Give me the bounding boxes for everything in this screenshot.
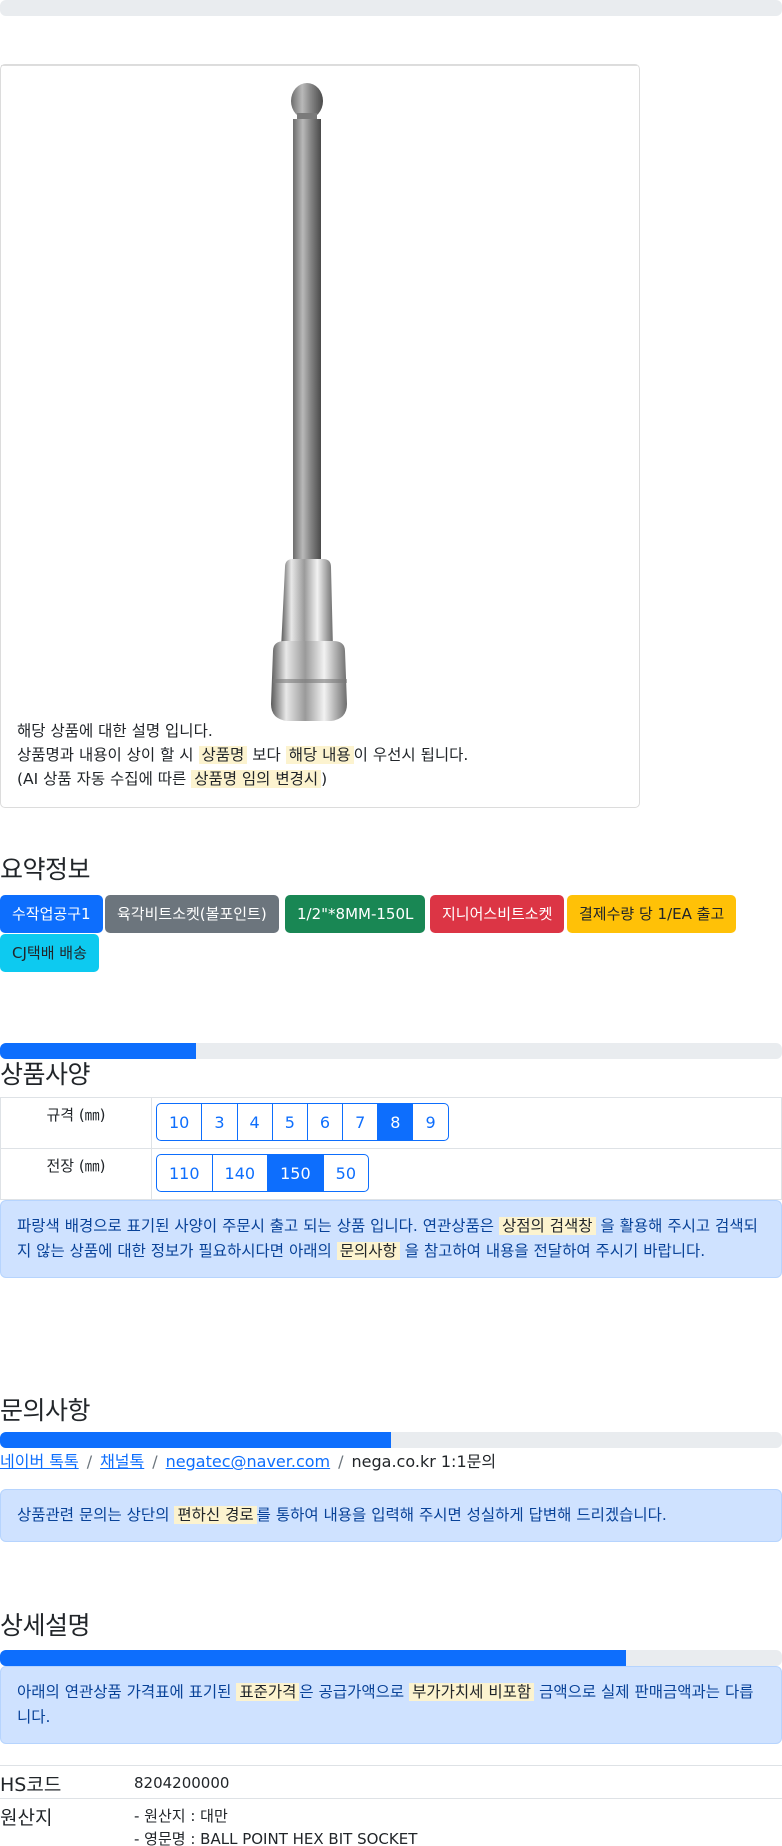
product-card: 해당 상품에 대한 설명 입니다. 상품명과 내용이 상이 할 시 상품명 보다…: [0, 64, 640, 808]
spec-title: 상품사양: [0, 1060, 91, 1089]
badge-product-type: 육각비트소켓(볼포인트): [105, 895, 279, 933]
highlight-store-search: 상점의 검색창: [499, 1217, 596, 1235]
size-option-4[interactable]: 4: [236, 1103, 273, 1141]
inquiry-progress-fill: [0, 1432, 391, 1448]
spec-row-size: 규격 (㎜) 10 3 4 5 6 7 8 9: [0, 1097, 782, 1149]
hs-code-row: HS코드 8204200000: [0, 1765, 782, 1798]
highlight-inquiry: 문의사항: [336, 1242, 400, 1260]
detail-progress-bar: [0, 1650, 782, 1666]
spec-row-length: 전장 (㎜) 110 140 150 50: [0, 1148, 782, 1200]
size-option-7[interactable]: 7: [342, 1103, 379, 1141]
spec-label-length: 전장 (㎜): [0, 1148, 152, 1200]
link-naver-talk[interactable]: 네이버 톡톡: [0, 1452, 79, 1471]
spec-table: 규격 (㎜) 10 3 4 5 6 7 8 9 전장 (㎜) 110 140 150 50: [0, 1097, 782, 1200]
card-divider: [1, 65, 637, 66]
link-channel-talk[interactable]: 채널톡: [100, 1452, 144, 1471]
badge-shipping: CJ택배 배송: [0, 934, 99, 972]
badge-quantity: 결제수량 당 1/EA 출고: [567, 895, 737, 933]
size-option-5[interactable]: 5: [271, 1103, 308, 1141]
length-option-110[interactable]: 110: [156, 1154, 213, 1192]
highlight-name-change: 상품명 임의 변경시: [191, 770, 322, 788]
hs-code-label: HS코드: [0, 1774, 62, 1796]
inquiry-notice: 상품관련 문의는 상단의 편하신 경로 를 통하여 내용을 입력해 주시면 성실하…: [0, 1489, 782, 1542]
size-option-8[interactable]: 8: [377, 1103, 414, 1141]
length-option-150[interactable]: 150: [267, 1154, 324, 1192]
inquiry-progress-bar: [0, 1432, 782, 1448]
highlight-vat-excluded: 부가가치세 비포함: [409, 1683, 535, 1701]
spec-label-size: 규격 (㎜): [0, 1097, 152, 1149]
detail-title: 상세설명: [0, 1611, 91, 1640]
desc-line-1: 해당 상품에 대한 설명 입니다.: [17, 722, 213, 740]
highlight-content: 해당 내용: [285, 746, 354, 764]
highlight-standard-price: 표준가격: [236, 1683, 300, 1701]
size-option-9[interactable]: 9: [412, 1103, 449, 1141]
origin-label: 원산지: [0, 1807, 53, 1829]
badge-category: 수작업공구1: [0, 895, 103, 933]
spec-options-size: 10 3 4 5 6 7 8 9: [151, 1097, 782, 1149]
detail-progress-fill: [0, 1650, 626, 1666]
desc-line-2: 상품명과 내용이 상이 할 시 상품명 보다 해당 내용 이 우선시 됩니다.: [17, 746, 469, 764]
highlight-preferred-route: 편하신 경로: [174, 1506, 257, 1524]
summary-title: 요약정보: [0, 855, 91, 884]
top-progress-bar: [0, 0, 782, 16]
badge-brand: 지니어스비트소켓: [430, 895, 565, 933]
spec-options-length: 110 140 150 50: [151, 1148, 782, 1200]
hs-code-value: 8204200000: [134, 1774, 230, 1792]
product-description: 해당 상품에 대한 설명 입니다. 상품명과 내용이 상이 할 시 상품명 보다…: [17, 719, 627, 791]
inquiry-title: 문의사항: [0, 1396, 91, 1425]
origin-values: - 원산지 : 대만 - 영문명 : BALL POINT HEX BIT SO…: [134, 1805, 417, 1846]
spec-notice: 파랑색 배경으로 표기된 사양이 주문시 출고 되는 상품 입니다. 연관상품은…: [0, 1200, 782, 1278]
site-inquiry-text: nega.co.kr 1:1문의: [351, 1452, 497, 1471]
size-option-3[interactable]: 3: [201, 1103, 238, 1141]
link-email[interactable]: negatec@naver.com: [166, 1452, 330, 1471]
origin-country: - 원산지 : 대만: [134, 1807, 228, 1825]
size-option-6[interactable]: 6: [306, 1103, 344, 1141]
size-option-10[interactable]: 10: [156, 1103, 203, 1141]
badge-size: 1/2"*8MM-150L: [285, 895, 426, 933]
highlight-product-name: 상품명: [198, 746, 248, 764]
detail-notice: 아래의 연관상품 가격표에 표기된 표준가격 은 공급가액으로 부가가치세 비포함…: [0, 1666, 782, 1744]
spec-progress-bar: [0, 1043, 782, 1059]
length-option-140[interactable]: 140: [211, 1154, 269, 1192]
product-image: [271, 83, 347, 721]
origin-row: 원산지 - 원산지 : 대만 - 영문명 : BALL POINT HEX BI…: [0, 1798, 782, 1846]
desc-line-3: (AI 상품 자동 수집에 따른 상품명 임의 변경시): [17, 770, 328, 788]
inquiry-links: 네이버 톡톡 / 채널톡 / negatec@naver.com / nega.co.kr …: [0, 1452, 497, 1471]
origin-english-name: - 영문명 : BALL POINT HEX BIT SOCKET: [134, 1830, 418, 1846]
length-option-50[interactable]: 50: [322, 1154, 369, 1192]
